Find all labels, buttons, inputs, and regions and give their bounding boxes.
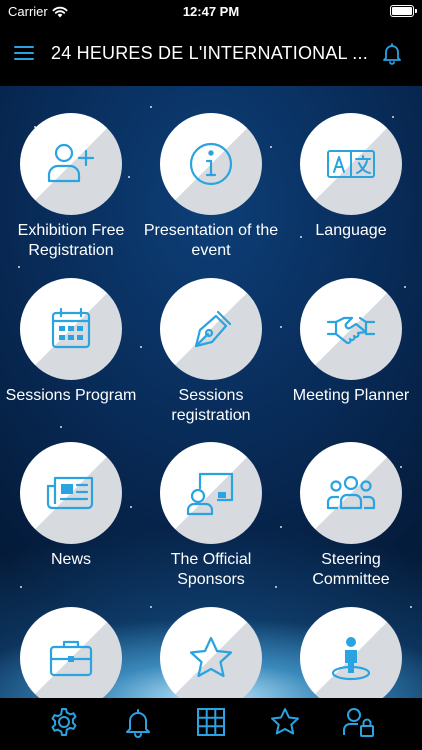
user-lock-icon [343, 708, 374, 737]
tile-circle [20, 278, 122, 380]
notifications-button[interactable] [380, 41, 404, 65]
tile-circle [20, 113, 122, 215]
tile-label: Meeting Planner [292, 387, 410, 404]
add-user-icon [47, 143, 95, 183]
status-time: 12:47 PM [182, 4, 240, 19]
tile-circle [20, 442, 122, 544]
tile-steering-committee[interactable]: Steering Committee [281, 442, 421, 590]
newspaper-icon [46, 476, 94, 510]
handshake-icon [326, 316, 376, 345]
presentation-board-icon [186, 472, 234, 516]
star-icon [271, 708, 299, 735]
tile-meeting-planner[interactable]: Meeting Planner [281, 278, 421, 406]
location-person-icon [331, 637, 371, 681]
group-icon [326, 475, 376, 510]
tile-circle [160, 278, 262, 380]
info-icon [189, 142, 233, 186]
translate-icon [327, 150, 375, 178]
tile-circle [160, 442, 262, 544]
tile-circle [300, 278, 402, 380]
tile-label: The Official Sponsors [170, 551, 252, 588]
menu-button[interactable] [14, 43, 34, 63]
tile-sessions-program[interactable]: Sessions Program [1, 278, 141, 406]
grid-icon [197, 708, 225, 736]
tile-circle [160, 607, 262, 698]
star-icon [189, 636, 233, 678]
tile-label: Steering Committee [312, 551, 390, 588]
tile-circle [300, 607, 402, 698]
tile-presentation[interactable]: Presentation of the event [141, 113, 281, 261]
tile-news[interactable]: News [1, 442, 141, 570]
tile-label: Sessions Program [5, 387, 137, 404]
tile-sessions-registration[interactable]: Sessions registration [141, 278, 281, 426]
tile-official-sponsors[interactable]: The Official Sponsors [141, 442, 281, 590]
pen-nib-icon [194, 310, 232, 348]
tab-grid[interactable] [195, 706, 227, 738]
nav-bar: 24 HEURES DE L'INTERNATIONAL ... [0, 22, 422, 86]
calendar-icon [51, 307, 91, 349]
tile-language[interactable]: Language [281, 113, 421, 241]
gear-icon [51, 708, 77, 736]
tab-favorites[interactable] [269, 706, 301, 738]
status-bar: Carrier 12:47 PM [0, 0, 422, 22]
tile-label: Sessions registration [171, 387, 251, 424]
tile-circle [20, 607, 122, 698]
tile-favorites[interactable] [141, 607, 281, 698]
main-menu: Exhibition Free Registration Presentatio… [0, 86, 422, 698]
bell-icon [126, 709, 150, 738]
tile-circle [300, 113, 402, 215]
tab-settings[interactable] [48, 706, 80, 738]
tile-label: News [50, 551, 91, 568]
tile-label: Exhibition Free Registration [17, 222, 125, 259]
tab-notifications[interactable] [122, 706, 154, 738]
page-title: 24 HEURES DE L'INTERNATIONAL ... [51, 43, 368, 63]
briefcase-icon [49, 640, 93, 677]
tile-label: Language [315, 222, 387, 239]
bell-icon [383, 43, 401, 65]
tab-account[interactable] [342, 706, 374, 738]
battery-icon [390, 5, 417, 17]
tile-label: Presentation of the event [143, 222, 279, 259]
tile-briefcase[interactable] [1, 607, 141, 698]
tile-location[interactable] [281, 607, 421, 698]
tile-circle [300, 442, 402, 544]
tile-exhibition-registration[interactable]: Exhibition Free Registration [1, 113, 141, 261]
tab-bar [0, 698, 422, 750]
tile-circle [160, 113, 262, 215]
